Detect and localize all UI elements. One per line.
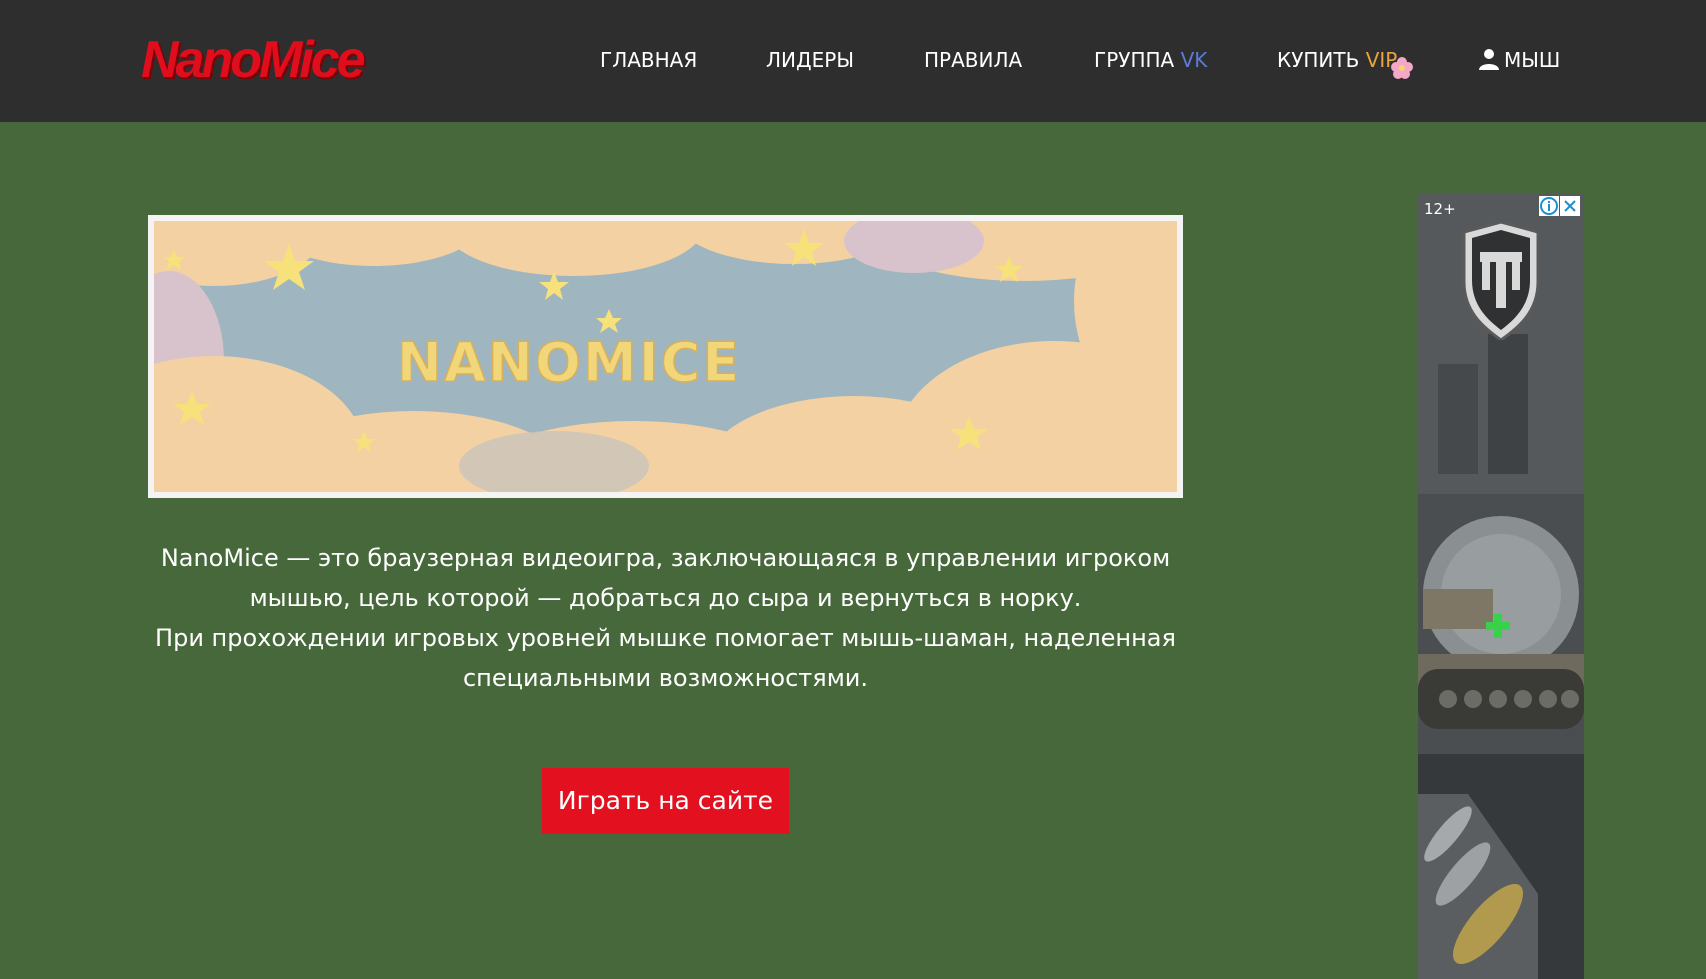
vk-accent-text: VK: [1180, 48, 1208, 72]
nav-vk-group-label: ГРУППА: [1094, 48, 1175, 72]
nav-buy-label: КУПИТЬ: [1277, 48, 1360, 72]
shield-logo-icon: [1462, 222, 1540, 340]
nav-vk-group[interactable]: ГРУППА VK: [1094, 45, 1207, 75]
nav-rules[interactable]: ПРАВИЛА: [924, 45, 1022, 75]
close-icon[interactable]: [1560, 196, 1580, 216]
nav-profile-label: МЫШ: [1504, 48, 1561, 72]
banner-title: NANOMICE: [397, 331, 741, 394]
info-icon[interactable]: [1539, 196, 1559, 216]
age-rating-label: 12+: [1424, 200, 1456, 218]
play-button[interactable]: Играть на сайте: [542, 768, 789, 834]
site-logo[interactable]: NanoMice: [141, 28, 366, 92]
description-paragraph-2: При прохождении игровых уровней мышке по…: [155, 624, 1176, 692]
flower-icon: [1390, 56, 1414, 80]
nav-home[interactable]: ГЛАВНАЯ: [600, 45, 697, 75]
advertisement-banner[interactable]: 12+: [1418, 194, 1584, 979]
top-navigation-bar: NanoMice ГЛАВНАЯ ЛИДЕРЫ ПРАВИЛА ГРУППА V…: [0, 0, 1706, 122]
game-description: NanoMice — это браузерная видеоигра, зак…: [148, 538, 1183, 698]
hero-banner: NANOMICE: [148, 215, 1183, 498]
description-paragraph-1: NanoMice — это браузерная видеоигра, зак…: [160, 544, 1171, 612]
nav-leaders[interactable]: ЛИДЕРЫ: [766, 45, 854, 75]
nav-buy-vip[interactable]: КУПИТЬ VIP: [1277, 45, 1414, 79]
user-icon: [1478, 48, 1500, 70]
nav-profile[interactable]: МЫШ: [1478, 45, 1560, 75]
